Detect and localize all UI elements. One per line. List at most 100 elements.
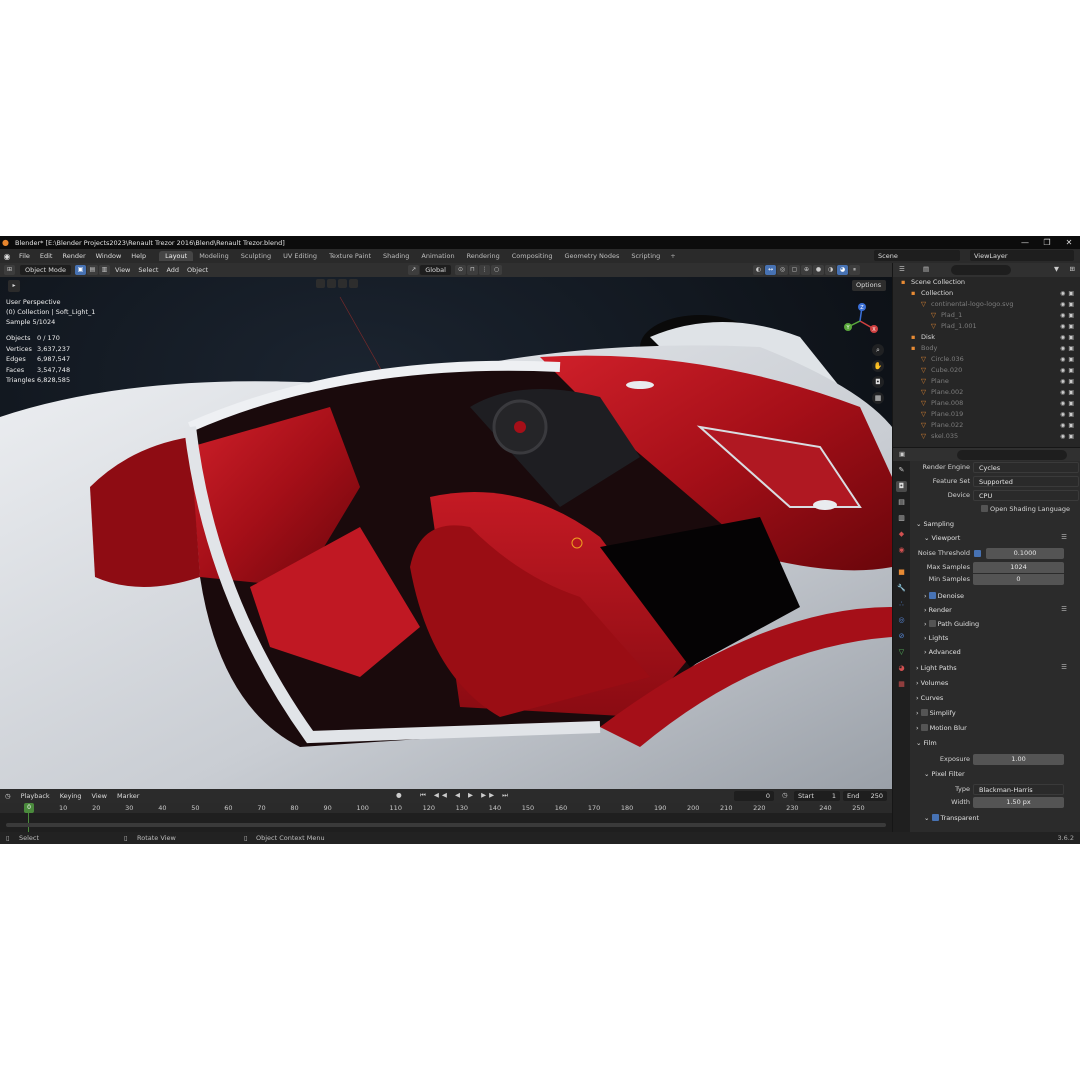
render-subpanel-header[interactable]: › Render [924, 603, 1080, 617]
tab-compositing[interactable]: Compositing [506, 251, 559, 261]
viewport-subpanel-header[interactable]: ⌄ Viewport [924, 531, 1080, 545]
menu-add[interactable]: Add [162, 266, 183, 274]
outliner-row[interactable]: ▽ Plad_1.001 ◉▣ [893, 321, 1080, 332]
outliner-row[interactable]: ▽ continental-logo-logo.svg ◉▣ [893, 299, 1080, 310]
material-tab-icon[interactable]: ◕ [896, 663, 907, 674]
visibility-toggles-icon[interactable]: ◉▣ [1060, 376, 1077, 387]
clock-icon[interactable]: ◷ [782, 791, 788, 799]
timeline-scrollbar[interactable] [6, 823, 886, 827]
denoise-subpanel-header[interactable]: › Denoise [924, 589, 1080, 603]
outliner-editor-icon[interactable]: ☰ [899, 265, 905, 273]
toolbar-toggle-icon[interactable]: ▸ [8, 280, 20, 292]
navigation-gizmo[interactable]: X Y Z [840, 301, 880, 341]
add-workspace-icon[interactable]: + [666, 252, 679, 260]
curves-panel-header[interactable]: › Curves [916, 691, 1080, 705]
new-collection-icon[interactable]: ⊞ [1070, 265, 1075, 273]
visibility-toggles-icon[interactable]: ◉▣ [1060, 409, 1077, 420]
outliner-row[interactable]: ▪ Disk ◉▣ [893, 332, 1080, 343]
menu-view[interactable]: View [111, 266, 134, 274]
shading-options-icon[interactable]: ⏸ [848, 265, 860, 275]
tab-rendering[interactable]: Rendering [461, 251, 506, 261]
constraints-tab-icon[interactable]: ⊘ [896, 631, 907, 642]
render-engine-dropdown[interactable]: Cycles [973, 461, 1079, 473]
device-dropdown[interactable]: CPU [973, 489, 1079, 501]
visibility-toggles-icon[interactable]: ◉▣ [1060, 398, 1077, 409]
options-button[interactable]: Options [852, 280, 886, 291]
properties-editor-icon[interactable]: ▣ [899, 450, 905, 458]
display-mode-icon[interactable]: ▤ [923, 265, 929, 273]
noise-threshold-field[interactable]: 0.1000 [986, 547, 1064, 559]
volumes-panel-header[interactable]: › Volumes [916, 676, 1080, 690]
menu-object[interactable]: Object [183, 266, 212, 274]
transparent-checkbox[interactable] [931, 814, 939, 821]
menu-select[interactable]: Select [134, 266, 162, 274]
outliner-search-input[interactable] [951, 265, 1011, 275]
select-mode-icon[interactable]: ▣ [74, 265, 86, 275]
visibility-toggles-icon[interactable]: ◉▣ [1060, 365, 1077, 376]
outliner-row[interactable]: ▪ Collection ◉▣ [893, 288, 1080, 299]
scene-tab-icon[interactable]: ◆ [896, 529, 907, 540]
exposure-field[interactable]: 1.00 [973, 753, 1064, 765]
outliner-row[interactable]: ▽ Plad_1 ◉▣ [893, 310, 1080, 321]
visibility-toggles-icon[interactable]: ◉▣ [1060, 321, 1077, 332]
outliner-row[interactable]: ▪ Scene Collection [893, 277, 1080, 288]
menu-playback[interactable]: Playback [16, 792, 55, 800]
playback-controls[interactable]: ⏮ ◀◀ ◀ ▶ ▶▶ ⏭ [420, 791, 511, 800]
scene-selector[interactable]: Scene [874, 250, 960, 261]
particles-tab-icon[interactable]: ∴ [896, 599, 907, 610]
outliner-row[interactable]: ▽ Plane.019 ◉▣ [893, 409, 1080, 420]
view-layer-tab-icon[interactable]: ▥ [896, 513, 907, 524]
snap-icon[interactable]: ⊓ [466, 265, 478, 275]
solid-shading-icon[interactable]: ● [812, 265, 824, 275]
visibility-icon[interactable]: ◐ [752, 265, 764, 275]
rendered-shading-icon[interactable]: ◕ [836, 265, 848, 275]
visibility-toggles-icon[interactable]: ◉▣ [1060, 420, 1077, 431]
sampling-panel-header[interactable]: ⌄ Sampling [916, 517, 1080, 531]
xray-icon[interactable]: ▢ [788, 265, 800, 275]
outliner-row[interactable]: ▽ Plane.022 ◉▣ [893, 420, 1080, 431]
gizmo-toggle-icon[interactable]: ↔ [764, 265, 776, 275]
end-frame-field[interactable]: End 250 [843, 791, 887, 801]
select-extend-icon[interactable]: ▤ [86, 265, 98, 275]
denoise-checkbox[interactable] [928, 592, 936, 599]
render-tab-icon[interactable]: ◘ [896, 481, 907, 492]
render-region-icon[interactable] [338, 279, 347, 288]
lights-subpanel-header[interactable]: › Lights [924, 631, 1080, 645]
timeline-body[interactable]: 0 10 20 30 40 50 60 70 80 90 100 110 120 130 140 150 160… [0, 803, 892, 832]
tab-shading[interactable]: Shading [377, 251, 415, 261]
menu-window[interactable]: Window [91, 252, 127, 260]
advanced-subpanel-header[interactable]: › Advanced [924, 645, 1080, 659]
simplify-checkbox[interactable] [920, 709, 928, 716]
proportional-edit-icon[interactable]: ○ [490, 265, 502, 275]
visibility-toggles-icon[interactable]: ◉▣ [1060, 431, 1077, 442]
maximize-button[interactable]: ❐ [1036, 236, 1058, 249]
snap-target-icon[interactable]: ⋮ [478, 265, 490, 275]
max-samples-field[interactable]: 1024 [973, 561, 1064, 573]
editor-type-icon[interactable]: ⊞ [4, 265, 15, 275]
pan-icon[interactable]: ✋ [872, 360, 884, 372]
light-paths-preset-icon[interactable]: ☰ [1061, 663, 1067, 671]
motion-blur-panel-header[interactable]: › Motion Blur [916, 721, 1080, 735]
visibility-toggles-icon[interactable]: ◉▣ [1060, 288, 1077, 299]
zoom-icon[interactable]: ⌕ [872, 344, 884, 356]
object-tab-icon[interactable]: ■ [896, 567, 907, 578]
visibility-toggles-icon[interactable]: ◉▣ [1060, 387, 1077, 398]
pivot-point-icon[interactable]: ⊙ [454, 265, 466, 275]
outliner-row[interactable]: ▽ skel.035 ◉▣ [893, 431, 1080, 442]
noise-threshold-checkbox[interactable] [974, 550, 981, 557]
visibility-toggles-icon[interactable]: ◉▣ [1060, 354, 1077, 365]
modifier-tab-icon[interactable]: 🔧 [896, 583, 907, 594]
path-guiding-checkbox[interactable] [928, 620, 936, 627]
texture-tab-icon[interactable]: ▦ [896, 679, 907, 690]
wireframe-shading-icon[interactable]: ⊕ [800, 265, 812, 275]
camera-view-icon[interactable] [316, 279, 325, 288]
lock-icon[interactable] [349, 279, 358, 288]
visibility-toggles-icon[interactable]: ◉▣ [1060, 310, 1077, 321]
simplify-panel-header[interactable]: › Simplify [916, 706, 1080, 720]
select-subtract-icon[interactable]: ▥ [98, 265, 110, 275]
osl-checkbox-box[interactable] [981, 505, 988, 512]
tab-layout[interactable]: Layout [159, 251, 194, 261]
visibility-toggles-icon[interactable]: ◉▣ [1060, 343, 1077, 354]
tab-scripting[interactable]: Scripting [625, 251, 666, 261]
light-paths-panel-header[interactable]: › Light Paths [916, 661, 1080, 675]
